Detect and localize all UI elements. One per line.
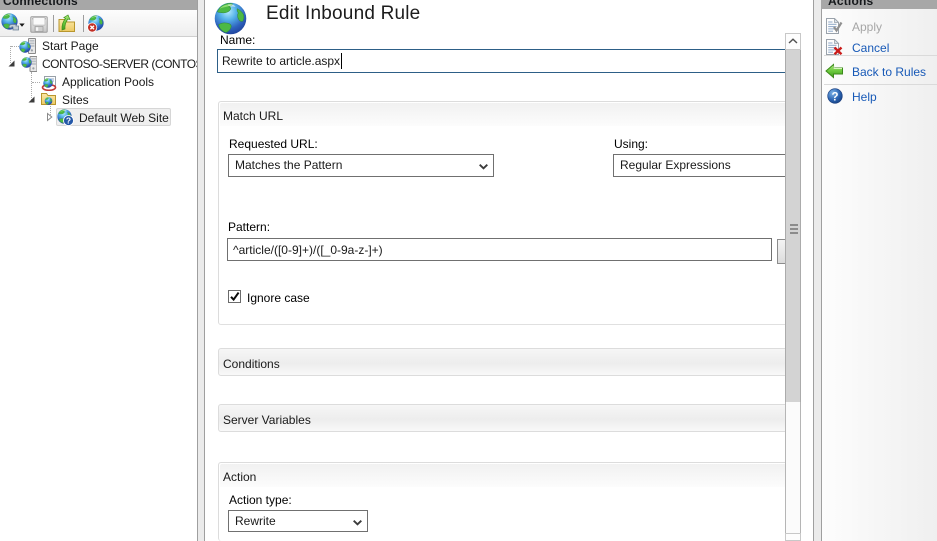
svg-text:?: ?: [831, 91, 838, 103]
svg-text:?: ?: [66, 116, 71, 126]
